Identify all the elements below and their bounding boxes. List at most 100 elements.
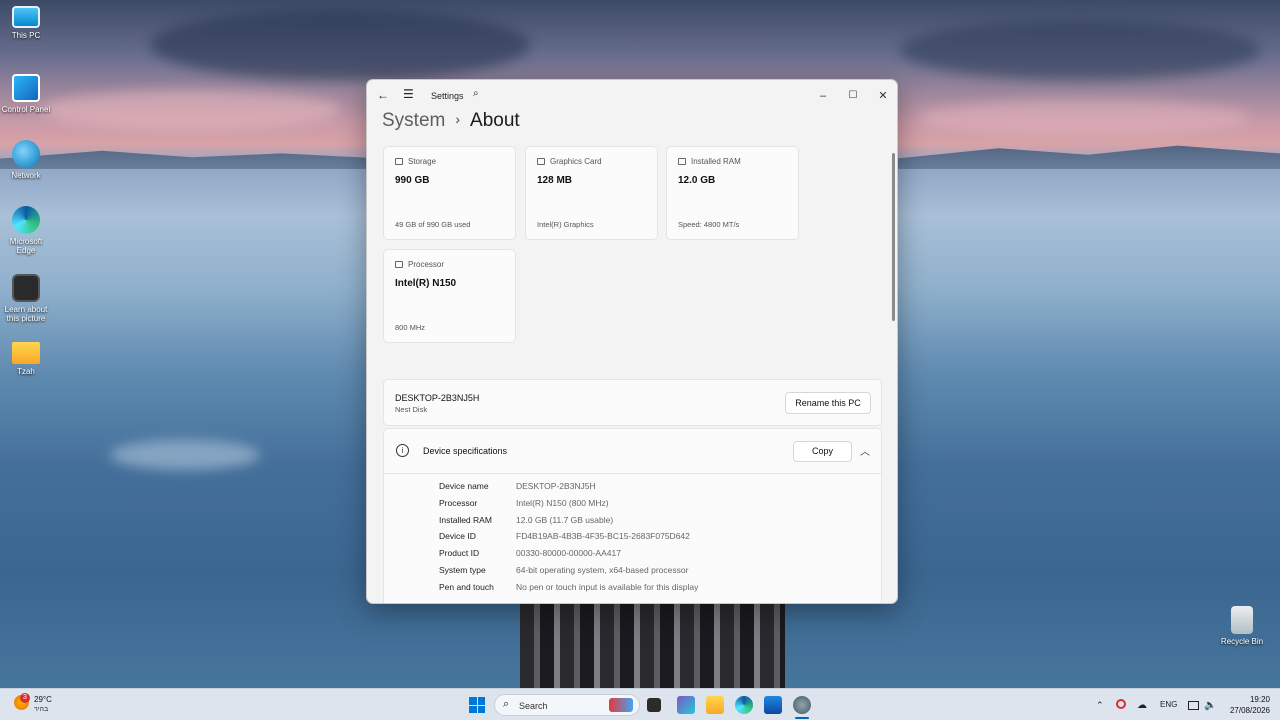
scrollbar[interactable] <box>892 153 895 321</box>
weather-desc: בהיר <box>34 706 49 713</box>
back-arrow-icon[interactable]: ← <box>377 88 389 102</box>
search-highlight-icon <box>609 698 633 712</box>
info-icon: i <box>396 444 409 457</box>
desktop-icon-label: Network <box>11 171 41 180</box>
chevron-up-icon[interactable]: ︿ <box>860 443 870 458</box>
storage-label: Storage <box>395 157 436 166</box>
storage-sub: 49 GB of 990 GB used <box>395 220 471 229</box>
spec-value: FD4B19AB-4B3B-4F35-BC15-2683F075D642 <box>516 531 690 541</box>
language-indicator[interactable]: ENG <box>1160 700 1177 709</box>
desktop-icon-learn-picture[interactable]: Learn about this picture <box>0 274 52 323</box>
desktop-icon-this-pc[interactable]: This PC <box>0 6 52 40</box>
recycle-bin-icon <box>1231 606 1253 634</box>
cloud-decoration <box>900 20 1260 80</box>
store-icon[interactable] <box>764 696 782 714</box>
weather-temp[interactable]: 29°C <box>34 695 52 704</box>
spec-key: Installed RAM <box>439 515 492 525</box>
chevron-right-icon: › <box>455 111 461 127</box>
breadcrumb: System › About <box>382 110 520 132</box>
title-bar: ← ☰ Settings ⌕ – ☐ ✕ <box>367 80 897 112</box>
desktop-icon-control-panel[interactable]: Control Panel <box>0 74 52 114</box>
taskbar-search-box[interactable]: ⌕ Search <box>494 694 640 716</box>
processor-label: Processor <box>395 260 444 269</box>
taskbar: 3 29°C בהיר ⌕ Search ⌃ ☁ ENG 🔈 19:20 27/… <box>0 688 1280 720</box>
search-icon: ⌕ <box>503 698 510 710</box>
network-icon[interactable] <box>1188 701 1199 710</box>
desktop-icon-label: Control Panel <box>1 105 51 114</box>
start-button[interactable] <box>469 697 485 713</box>
desktop-icon-label: This PC <box>11 31 41 40</box>
desktop-icon-network[interactable]: Network <box>0 140 52 180</box>
storage-value: 990 GB <box>395 175 430 186</box>
spec-value: Intel(R) N150 (800 MHz) <box>516 498 609 508</box>
page-title: About <box>470 110 520 131</box>
cloud-decoration <box>40 90 340 130</box>
desktop-icon-tzah[interactable]: Tzah <box>0 342 52 376</box>
card-label-text: Installed RAM <box>691 157 741 166</box>
card-label-text: Graphics Card <box>550 157 602 166</box>
cloud-icon[interactable]: ☁ <box>1137 700 1147 711</box>
edge-taskbar-icon[interactable] <box>735 696 753 714</box>
clock[interactable]: 19:20 27/08/2026 <box>1226 694 1270 716</box>
pc-name: DESKTOP-2B3NJ5H <box>395 393 480 403</box>
specs-header[interactable]: i Device specifications Copy ︿ <box>384 429 881 474</box>
rename-pc-button[interactable]: Rename this PC <box>785 392 871 414</box>
ram-label: Installed RAM <box>678 157 741 166</box>
search-icon[interactable]: ⌕ <box>473 88 479 99</box>
spec-value: DESKTOP-2B3NJ5H <box>516 481 596 491</box>
spec-key: Device ID <box>439 531 476 541</box>
spec-key: System type <box>439 565 486 575</box>
graphics-label: Graphics Card <box>537 157 602 166</box>
cloud-reflection <box>110 440 260 470</box>
ram-value: 12.0 GB <box>678 175 716 186</box>
desktop-icon-recycle-bin[interactable]: Recycle Bin <box>1216 606 1268 646</box>
settings-taskbar-icon[interactable] <box>793 696 811 714</box>
file-explorer-icon[interactable] <box>706 696 724 714</box>
ram-card[interactable]: Installed RAM 12.0 GB Speed: 4800 MT/s <box>666 146 799 240</box>
desktop-icon-label: Tzah <box>17 367 35 376</box>
monitor-icon <box>12 6 40 28</box>
specs-title: Device specifications <box>423 446 508 456</box>
start-icon-tile <box>469 705 477 713</box>
graphics-sub: Intel(R) Graphics <box>537 220 594 229</box>
desktop-icon-label: Recycle Bin <box>1220 637 1264 646</box>
graphics-value: 128 MB <box>537 175 573 186</box>
start-icon-tile <box>477 705 485 713</box>
desktop-icon-edge[interactable]: Microsoft Edge <box>0 206 52 255</box>
minimize-button[interactable]: – <box>815 88 831 104</box>
settings-window: ← ☰ Settings ⌕ – ☐ ✕ System › About Storag… <box>366 79 898 604</box>
taskbar-search-placeholder: Search <box>519 701 548 711</box>
maximize-button[interactable]: ☐ <box>845 88 861 104</box>
cloud-decoration <box>920 100 1250 136</box>
close-button[interactable]: ✕ <box>875 88 891 104</box>
storage-card[interactable]: Storage 990 GB 49 GB of 990 GB used <box>383 146 516 240</box>
copy-button[interactable]: Copy <box>793 441 852 462</box>
volume-icon[interactable]: 🔈 <box>1204 700 1216 711</box>
control-panel-icon <box>12 74 40 102</box>
spec-value: No pen or touch input is available for t… <box>516 582 699 592</box>
storage-icon <box>395 158 403 165</box>
start-icon-tile <box>477 697 485 705</box>
cloud-decoration <box>150 10 530 80</box>
ram-icon <box>678 158 686 165</box>
copilot-icon[interactable] <box>677 696 695 714</box>
processor-sub: 800 MHz <box>395 323 426 332</box>
weather-badge: 3 <box>20 693 30 703</box>
breadcrumb-system[interactable]: System <box>382 110 445 131</box>
menu-icon[interactable]: ☰ <box>403 87 414 101</box>
clock-time: 19:20 <box>1249 695 1270 704</box>
start-icon-tile <box>469 697 477 705</box>
spec-key: Product ID <box>439 548 480 558</box>
sync-icon[interactable] <box>1116 699 1126 709</box>
processor-card[interactable]: Processor Intel(R) N150 800 MHz <box>383 249 516 343</box>
chevron-up-icon[interactable]: ⌃ <box>1096 700 1104 711</box>
task-view-icon[interactable] <box>647 698 661 712</box>
processor-icon <box>395 261 403 268</box>
desktop-icon-label: Microsoft Edge <box>9 237 43 255</box>
folder-icon <box>12 342 40 364</box>
spec-value: 12.0 GB (11.7 GB usable) <box>516 515 614 525</box>
active-app-indicator <box>795 717 809 719</box>
device-specifications-panel: i Device specifications Copy ︿ Device na… <box>383 428 882 603</box>
ram-sub: Speed: 4800 MT/s <box>678 220 740 229</box>
graphics-card[interactable]: Graphics Card 128 MB Intel(R) Graphics <box>525 146 658 240</box>
